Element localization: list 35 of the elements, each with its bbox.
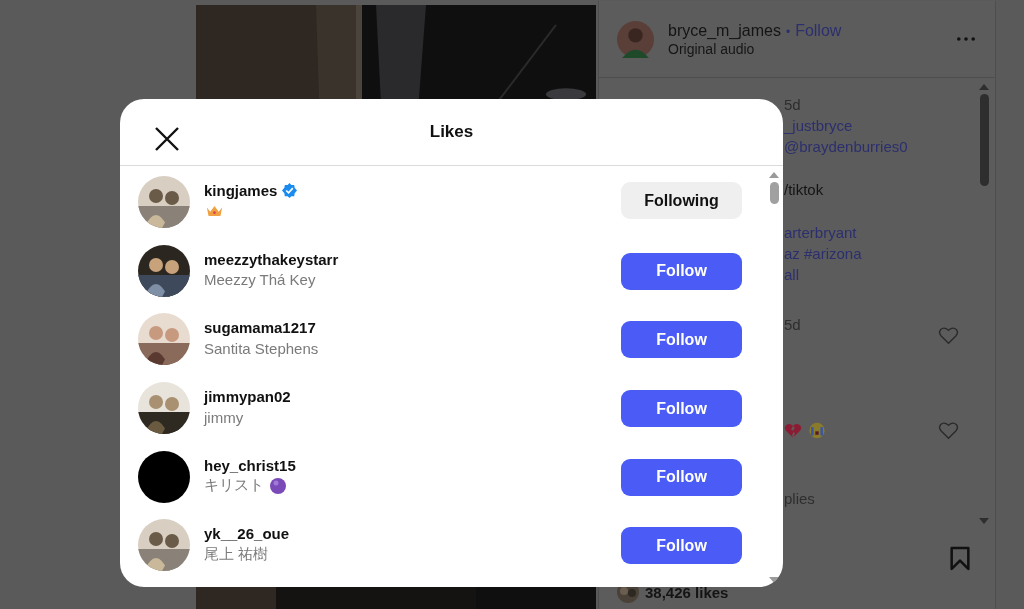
scroll-thumb[interactable] bbox=[979, 94, 989, 186]
username[interactable]: jimmypan02 bbox=[204, 388, 291, 405]
scroll-thumb[interactable] bbox=[769, 182, 779, 204]
username[interactable]: meezzythakeystarr bbox=[204, 250, 339, 268]
close-icon[interactable] bbox=[155, 127, 179, 151]
separator-dot: • bbox=[785, 24, 791, 39]
follow-button[interactable]: Follow bbox=[621, 321, 742, 359]
broken-heart-icon bbox=[784, 422, 802, 439]
full-name: jimmy bbox=[204, 408, 244, 426]
heart-icon[interactable] bbox=[938, 421, 959, 440]
scroll-up-arrow[interactable] bbox=[979, 84, 989, 90]
dialog-title: Likes bbox=[429, 122, 474, 142]
username[interactable]: sugamama1217 bbox=[204, 319, 316, 337]
audio-label[interactable]: Original audio bbox=[668, 40, 943, 57]
full-name: Santita Stephens bbox=[204, 339, 319, 357]
follow-button[interactable]: Following bbox=[621, 182, 742, 219]
follow-button[interactable]: Follow bbox=[621, 527, 742, 565]
scroll-down-arrow[interactable] bbox=[769, 577, 779, 583]
follow-button[interactable]: Follow bbox=[621, 458, 742, 496]
likes-count[interactable]: 38,426 likes bbox=[645, 583, 729, 601]
more-icon[interactable] bbox=[957, 37, 975, 41]
full-name: キリスト bbox=[204, 476, 264, 496]
username[interactable]: kingjames bbox=[204, 182, 278, 199]
comment-text: /tiktok bbox=[784, 180, 824, 200]
author-name[interactable]: bryce_m_james bbox=[668, 21, 781, 40]
crying-face-icon bbox=[808, 422, 826, 439]
follow-button[interactable]: Follow bbox=[621, 390, 742, 427]
username[interactable]: hey_christ15 bbox=[204, 456, 296, 474]
heart-icon[interactable] bbox=[938, 326, 959, 345]
full-name: Meezzy Thá Key bbox=[204, 271, 316, 289]
full-name: 尾上 祐樹 bbox=[204, 544, 269, 564]
follow-button[interactable]: Follow bbox=[621, 252, 742, 290]
bookmark-icon[interactable] bbox=[949, 546, 971, 571]
username[interactable]: yk__26_oue bbox=[204, 525, 290, 543]
scroll-up-arrow[interactable] bbox=[769, 172, 779, 178]
